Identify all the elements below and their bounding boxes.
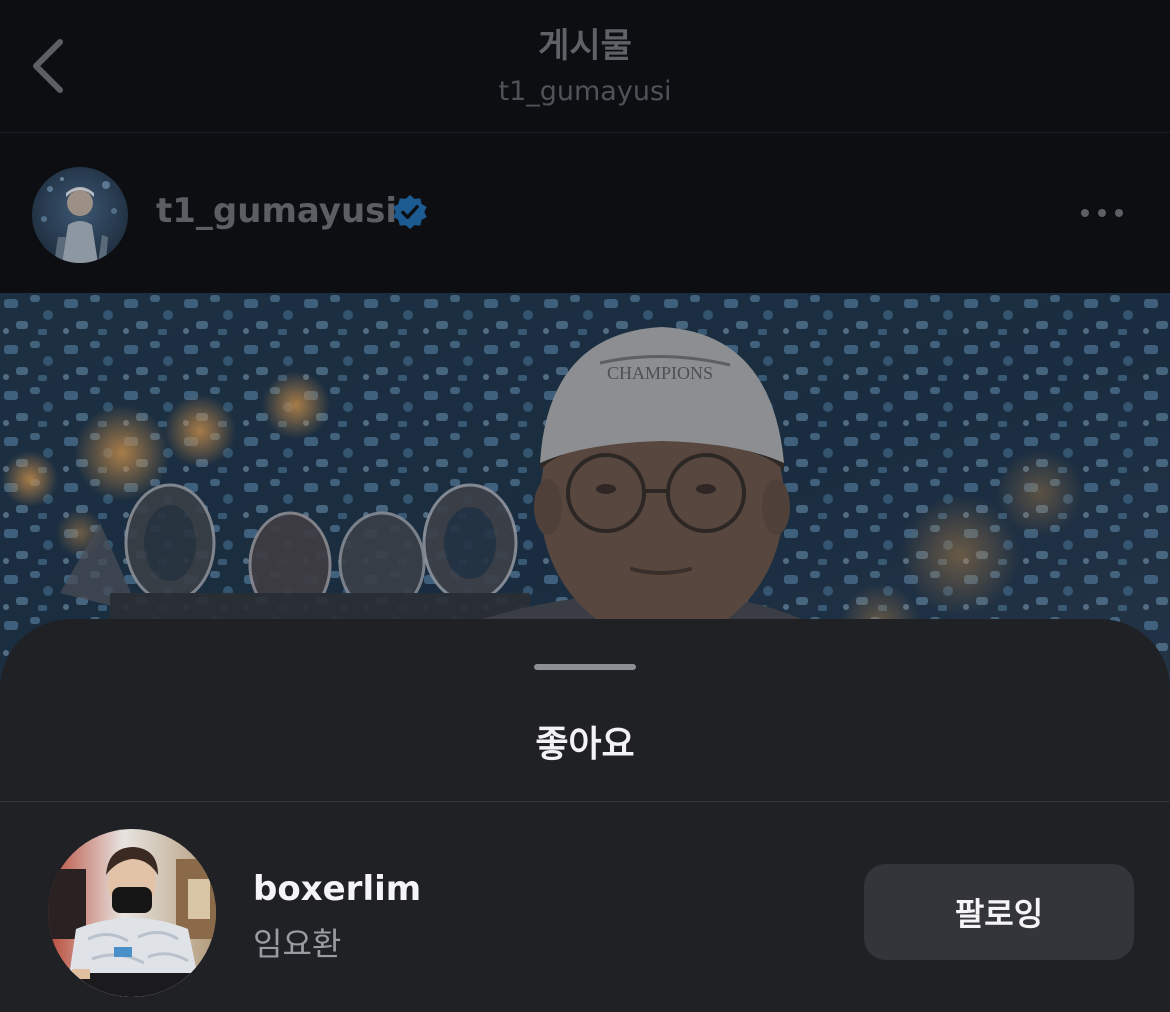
verified-badge-icon (393, 194, 427, 230)
more-options-button[interactable] (1072, 191, 1136, 235)
liker-username[interactable]: boxerlim (253, 869, 421, 909)
avatar[interactable] (48, 829, 216, 997)
cap-text: CHAMPIONS (607, 363, 713, 383)
post-author-username[interactable]: t1_gumayusi (156, 191, 397, 231)
sheet-grabber[interactable] (534, 664, 636, 670)
navigation-bar: 게시물 t1_gumayusi (0, 0, 1170, 133)
page-subtitle: t1_gumayusi (498, 76, 672, 107)
likes-sheet-title: 좋아요 (535, 724, 635, 765)
screen: 게시물 t1_gumayusi t1_gumayusi CHAMPIONS 좋아… (0, 0, 1170, 1012)
post-author-avatar[interactable] (32, 167, 128, 263)
liker-full-name: 임요환 (253, 925, 342, 963)
post-header: t1_gumayusi (0, 133, 1170, 293)
divider (0, 801, 1170, 802)
likes-sheet: 좋아요 boxerlim 임요환 팔로잉 (0, 619, 1170, 1012)
more-horizontal-icon (1081, 209, 1123, 217)
page-title: 게시물 (538, 26, 632, 66)
following-button[interactable]: 팔로잉 (864, 864, 1134, 960)
list-item[interactable]: boxerlim 임요환 팔로잉 (0, 827, 1170, 999)
